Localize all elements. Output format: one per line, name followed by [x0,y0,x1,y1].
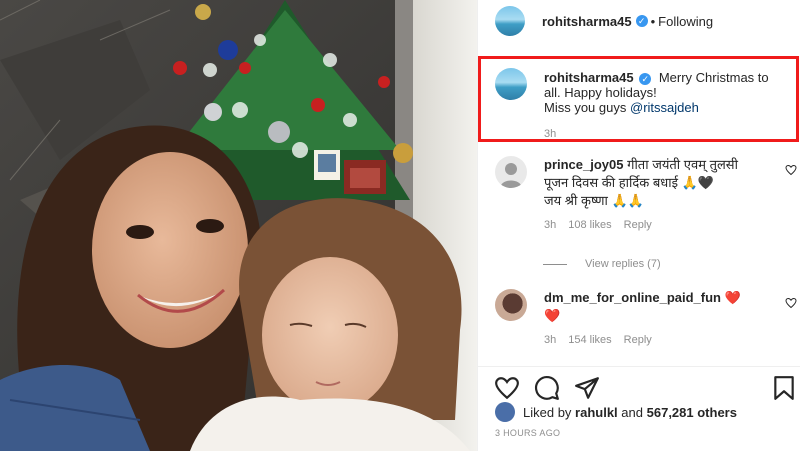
caption-author-avatar[interactable] [495,68,527,100]
commenter-username[interactable]: dm_me_for_online_paid_fun [544,290,721,305]
post-action-bar [478,366,800,406]
comment-likes[interactable]: 108 likes [568,216,611,234]
caption-timestamp[interactable]: 3h [544,127,784,142]
comment-body: prince_joy05 गीता जयंती एवम् तुलसी पूजन … [544,156,759,234]
following-button[interactable]: Following [658,14,713,29]
replies-line [543,263,567,265]
comment-item: prince_joy05 गीता जयंती एवम् तुलसी पूजन … [495,156,797,234]
bookmark-icon[interactable] [771,375,797,401]
likes-conjunction: and [621,404,643,420]
comment-likes[interactable]: 154 likes [568,331,611,349]
post-header: rohitsharma45 ✓ • Following [478,0,800,42]
likes-summary: Liked by rahulkl and 567,281 others [495,402,737,422]
comment-time[interactable]: 3h [544,331,556,349]
post-timestamp[interactable]: 3 HOURS AGO [495,428,560,438]
caption-mention-link[interactable]: @ritssajdeh [630,100,699,115]
separator-dot: • [650,13,656,29]
verified-badge-icon: ✓ [639,73,652,85]
view-replies-link[interactable]: View replies (7) [543,258,661,270]
comment-like-heart-icon[interactable] [785,164,797,176]
view-replies-label: View replies (7) [585,258,661,270]
author-avatar[interactable] [495,6,525,36]
comment-text-line2: जय श्री कृष्णा 🙏🙏 [544,193,644,208]
likes-count-link[interactable]: 567,281 others [647,405,737,420]
author-username[interactable]: rohitsharma45 [542,14,632,29]
commenter-avatar[interactable] [495,156,527,188]
heart-outline-icon[interactable] [494,375,520,401]
photo-illustration [0,0,477,451]
post-caption: rohitsharma45 ✓ Merry Christmas to all. … [478,56,800,142]
post-side-panel: rohitsharma45 ✓ • Following rohitsharma4… [477,0,800,451]
verified-badge-icon: ✓ [635,15,648,27]
author-info: rohitsharma45 ✓ • Following [542,14,713,29]
comment-meta: 3h 154 likes Reply [544,331,759,349]
caption-username[interactable]: rohitsharma45 [544,70,634,85]
comment-like-heart-icon[interactable] [785,297,797,309]
paper-plane-icon[interactable] [574,375,600,401]
commenter-avatar[interactable] [495,289,527,321]
likes-prefix: Liked by [523,404,572,420]
comment-time[interactable]: 3h [544,216,556,234]
comment-meta: 3h 108 likes Reply [544,216,759,234]
commenter-username[interactable]: prince_joy05 [544,157,624,172]
person-silhouette-icon [500,163,522,188]
liker-username[interactable]: rahulkl [575,405,618,420]
caption-text-line2: Miss you guys [544,100,627,115]
post-photo[interactable] [0,0,477,451]
comment-item: dm_me_for_online_paid_fun ❤️ ❤️ 3h 154 l… [495,289,797,349]
speech-bubble-icon[interactable] [534,375,560,401]
comment-body: dm_me_for_online_paid_fun ❤️ ❤️ 3h 154 l… [544,289,759,349]
comment-reply-button[interactable]: Reply [624,216,652,234]
caption-body: rohitsharma45 ✓ Merry Christmas to all. … [544,70,784,142]
comment-reply-button[interactable]: Reply [624,331,652,349]
liker-avatar[interactable] [495,402,515,422]
